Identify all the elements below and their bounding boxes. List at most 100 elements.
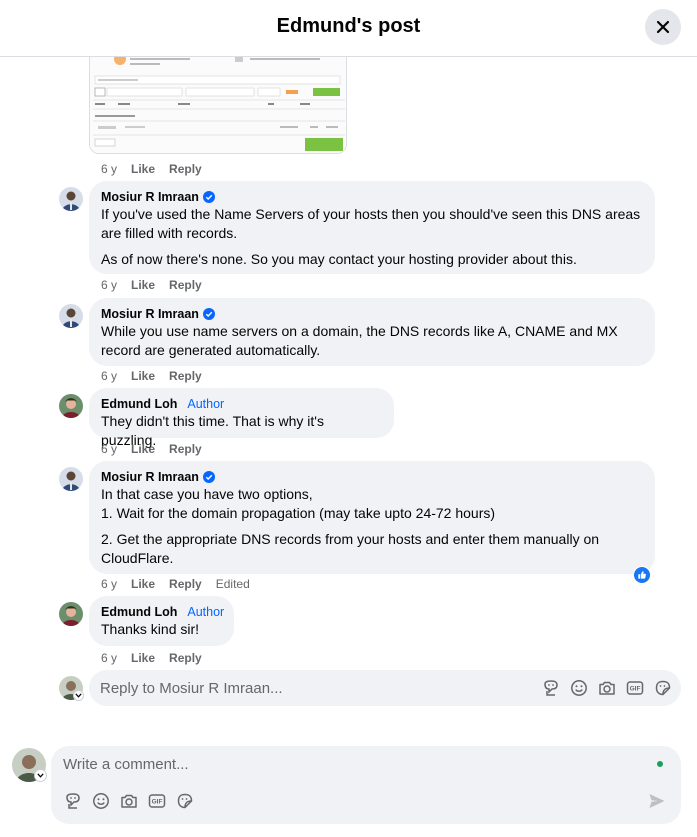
timestamp[interactable]: 6 y <box>101 650 117 666</box>
svg-text:GIF: GIF <box>152 799 163 806</box>
comment-bubble: Edmund Loh Author They didn't this time.… <box>89 388 394 448</box>
comment-text: Thanks kind sir! <box>101 621 200 637</box>
comment-actions: 6 y Like Reply <box>101 368 202 384</box>
verified-badge-icon <box>202 471 215 483</box>
profile-photo <box>59 394 83 418</box>
comment-actions: 6 y Like Reply <box>101 277 202 293</box>
timestamp[interactable]: 6 y <box>101 277 117 293</box>
reply-button[interactable]: Reply <box>169 161 202 177</box>
avatar-sticker-icon <box>544 680 558 696</box>
comment-actions: 6 y Like Reply <box>101 650 202 666</box>
send-icon <box>649 794 665 808</box>
avatar-sticker-button[interactable] <box>541 678 561 698</box>
comment-image-attachment[interactable] <box>89 57 347 154</box>
avatar[interactable] <box>59 187 83 211</box>
comment-actions: 6 y Like Reply <box>101 441 202 457</box>
online-indicator <box>657 761 663 767</box>
like-button[interactable]: Like <box>131 161 155 177</box>
close-icon <box>656 20 670 34</box>
author-badge: Author <box>187 397 225 411</box>
profile-photo <box>59 467 83 491</box>
sticker-icon <box>655 680 671 696</box>
reply-input[interactable]: Reply to Mosiur R Imraan... GIF <box>89 670 681 706</box>
reply-button[interactable]: Reply <box>169 277 202 293</box>
photo-button[interactable] <box>597 678 617 698</box>
comment-author[interactable]: Mosiur R Imraan <box>101 306 199 322</box>
profile-photo <box>59 602 83 626</box>
comment-text: 1. Wait for the domain propagation (may … <box>101 505 496 521</box>
comment-author[interactable]: Edmund Loh <box>101 396 177 412</box>
emoji-button[interactable] <box>569 678 589 698</box>
profile-photo <box>59 187 83 211</box>
reply-button[interactable]: Reply <box>169 576 202 592</box>
comment-text: While you use name servers on a domain, … <box>101 323 618 358</box>
verified-badge-icon <box>202 308 215 320</box>
like-button[interactable]: Like <box>131 368 155 384</box>
comment-placeholder: Write a comment... <box>63 756 189 773</box>
comment-author[interactable]: Mosiur R Imraan <box>101 469 199 485</box>
avatar[interactable] <box>59 304 83 328</box>
profile-switch-button[interactable] <box>34 769 47 782</box>
post-title: Edmund's post <box>276 15 421 37</box>
close-button[interactable] <box>645 9 681 45</box>
reply-button[interactable]: Reply <box>169 441 202 457</box>
comment-author[interactable]: Edmund Loh <box>101 604 177 620</box>
comment-text: If you've used the Name Servers of your … <box>101 206 641 241</box>
reply-button[interactable]: Reply <box>169 368 202 384</box>
gif-button[interactable]: GIF <box>625 678 645 698</box>
avatar[interactable] <box>59 467 83 491</box>
profile-photo <box>59 304 83 328</box>
comment-actions: 6 y Like Reply Edited <box>101 576 250 592</box>
like-button[interactable]: Like <box>131 441 155 457</box>
timestamp[interactable]: 6 y <box>101 441 117 457</box>
comment-bubble: Edmund Loh Author Thanks kind sir! <box>89 596 234 646</box>
reply-button[interactable]: Reply <box>169 650 202 666</box>
verified-badge-icon <box>202 191 215 203</box>
svg-text:GIF: GIF <box>630 686 641 693</box>
camera-icon <box>121 794 137 808</box>
comment-bubble: Mosiur R Imraan If you've used the Name … <box>89 181 655 274</box>
gif-icon: GIF <box>148 794 166 808</box>
gif-button[interactable]: GIF <box>147 791 167 811</box>
comment-text: 2. Get the appropriate DNS records from … <box>101 531 600 566</box>
comment-bubble: Mosiur R Imraan While you use name serve… <box>89 298 655 366</box>
comment-text: As of now there's none. So you may conta… <box>101 251 577 267</box>
photo-button[interactable] <box>119 791 139 811</box>
image-comment-actions: 6 y Like Reply <box>101 161 202 177</box>
like-button[interactable]: Like <box>131 576 155 592</box>
comment-composer-tools: GIF <box>63 791 203 811</box>
timestamp[interactable]: 6 y <box>101 161 117 177</box>
comment-author[interactable]: Mosiur R Imraan <box>101 189 199 205</box>
reply-placeholder: Reply to Mosiur R Imraan... <box>100 680 283 697</box>
sticker-icon <box>177 793 193 809</box>
emoji-button[interactable] <box>91 791 111 811</box>
like-reaction-icon <box>634 567 650 583</box>
sticker-button[interactable] <box>653 678 673 698</box>
avatar-sticker-icon <box>66 793 80 809</box>
chevron-down-icon <box>37 773 44 778</box>
chevron-down-icon <box>75 693 82 698</box>
reaction-count[interactable] <box>633 566 651 584</box>
edited-label: Edited <box>215 577 250 591</box>
avatar[interactable] <box>59 602 83 626</box>
comment-text: In that case you have two options, <box>101 486 313 502</box>
comment-input[interactable]: Write a comment... GIF <box>51 746 681 824</box>
avatar-sticker-button[interactable] <box>63 791 83 811</box>
avatar[interactable] <box>59 394 83 418</box>
send-button[interactable] <box>647 791 667 811</box>
timestamp[interactable]: 6 y <box>101 368 117 384</box>
author-badge: Author <box>187 605 225 619</box>
post-dialog-header: Edmund's post <box>0 0 697 57</box>
timestamp[interactable]: 6 y <box>101 576 117 592</box>
profile-switch-button[interactable] <box>73 690 84 701</box>
like-button[interactable]: Like <box>131 277 155 293</box>
comment-bubble: Mosiur R Imraan In that case you have tw… <box>89 461 655 574</box>
like-button[interactable]: Like <box>131 650 155 666</box>
gif-icon: GIF <box>626 681 644 695</box>
camera-icon <box>599 681 615 695</box>
sticker-button[interactable] <box>175 791 195 811</box>
dns-screenshot-image <box>90 57 346 153</box>
reply-composer-tools: GIF <box>541 678 681 698</box>
emoji-icon <box>571 680 587 696</box>
emoji-icon <box>93 793 109 809</box>
